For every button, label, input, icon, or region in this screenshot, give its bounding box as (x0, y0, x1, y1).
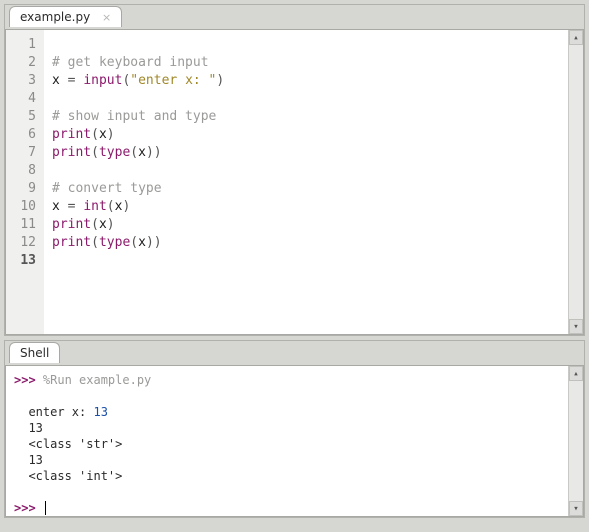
line-number: 4 (12, 90, 36, 108)
code-line: # get keyboard input (52, 54, 560, 72)
code-line: x = int(x) (52, 198, 560, 216)
line-number: 5 (12, 108, 36, 126)
shell-blank (14, 388, 560, 404)
code-line: print(x) (52, 216, 560, 234)
line-number: 3 (12, 72, 36, 90)
shell-run-line: >>> %Run example.py (14, 372, 560, 388)
shell-input-line: enter x: 13 (14, 404, 560, 420)
code-line (52, 162, 560, 180)
scroll-up-icon[interactable]: ▴ (569, 30, 583, 45)
editor-tab-row: example.py × (5, 5, 584, 29)
line-number: 7 (12, 144, 36, 162)
scroll-down-icon[interactable]: ▾ (569, 501, 583, 516)
editor-area: 12345678910111213 # get keyboard inputx … (5, 29, 584, 335)
line-number: 6 (12, 126, 36, 144)
scroll-up-icon[interactable]: ▴ (569, 366, 583, 381)
line-gutter: 12345678910111213 (6, 30, 44, 334)
shell-output-line: <class 'int'> (14, 468, 560, 484)
shell-prompt-line: >>> (14, 500, 560, 516)
shell-area: >>> %Run example.py enter x: 13 13 <clas… (5, 365, 584, 517)
shell-output-line: 13 (14, 420, 560, 436)
shell-tab-label: Shell (20, 346, 49, 360)
shell-content[interactable]: >>> %Run example.py enter x: 13 13 <clas… (6, 366, 568, 516)
code-line (52, 90, 560, 108)
code-line: x = input("enter x: ") (52, 72, 560, 90)
shell-output-line: <class 'str'> (14, 436, 560, 452)
line-number: 11 (12, 216, 36, 234)
line-number: 1 (12, 36, 36, 54)
code-line: # convert type (52, 180, 560, 198)
shell-blank (14, 484, 560, 500)
editor-tab[interactable]: example.py × (9, 6, 122, 27)
shell-scrollbar[interactable]: ▴ ▾ (568, 366, 583, 516)
line-number: 13 (12, 252, 36, 270)
code-line: print(x) (52, 126, 560, 144)
line-number: 8 (12, 162, 36, 180)
shell-tab[interactable]: Shell (9, 342, 60, 363)
line-number: 2 (12, 54, 36, 72)
code-line: print(type(x)) (52, 234, 560, 252)
code-area[interactable]: # get keyboard inputx = input("enter x: … (44, 30, 568, 334)
close-icon[interactable]: × (102, 11, 111, 24)
code-line (52, 36, 560, 54)
code-line: # show input and type (52, 108, 560, 126)
editor-panel: example.py × 12345678910111213 # get key… (4, 4, 585, 336)
line-number: 9 (12, 180, 36, 198)
code-line (52, 252, 560, 270)
shell-output-line: 13 (14, 452, 560, 468)
shell-panel: Shell >>> %Run example.py enter x: 13 13… (4, 340, 585, 518)
line-number: 12 (12, 234, 36, 252)
editor-tab-label: example.py (20, 10, 90, 24)
line-number: 10 (12, 198, 36, 216)
editor-scrollbar[interactable]: ▴ ▾ (568, 30, 583, 334)
scroll-down-icon[interactable]: ▾ (569, 319, 583, 334)
code-line: print(type(x)) (52, 144, 560, 162)
shell-tab-row: Shell (5, 341, 584, 365)
